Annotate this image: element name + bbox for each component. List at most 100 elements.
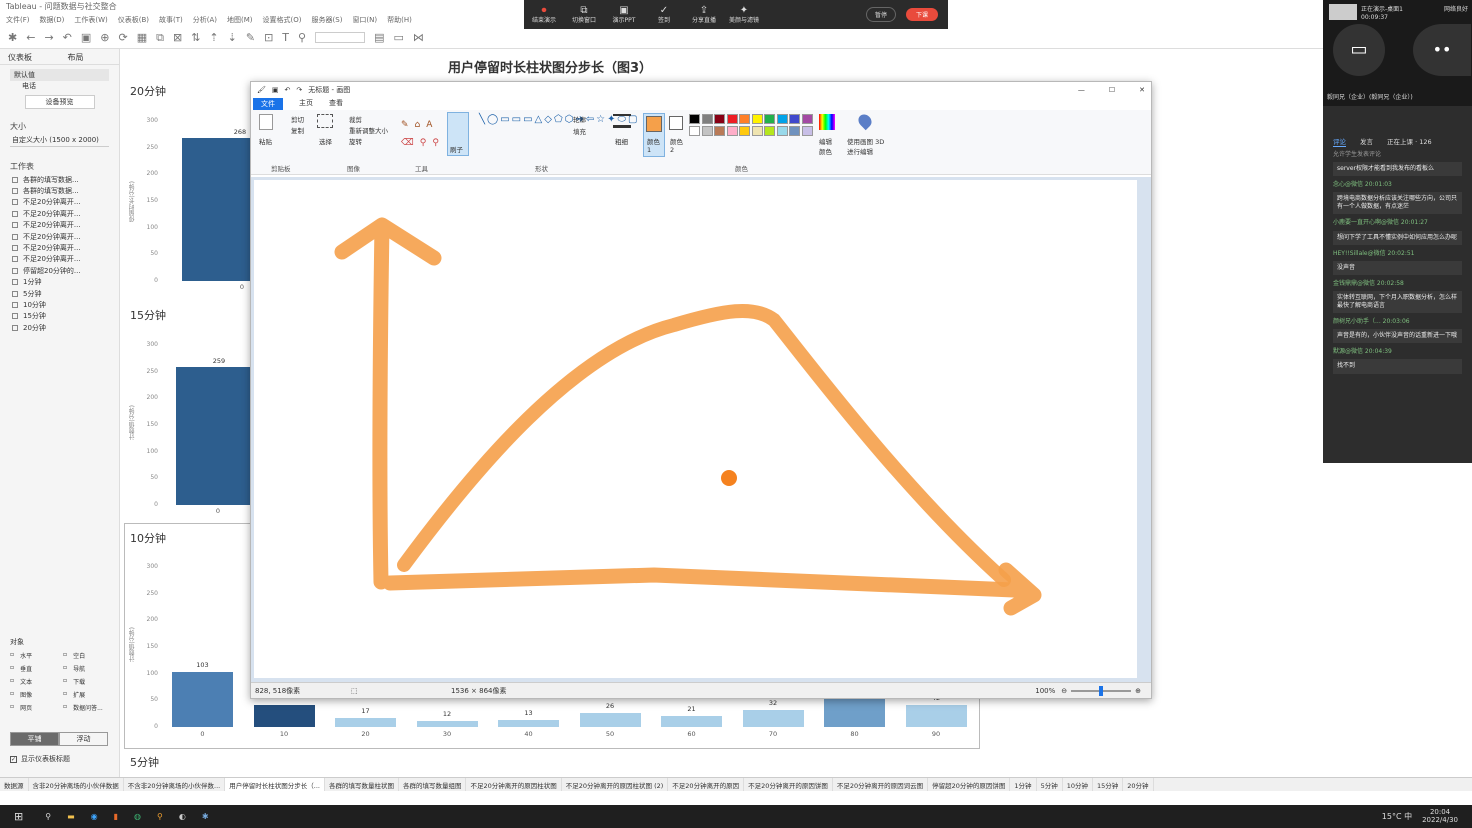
object-item[interactable]: ▫ 数据问答... (63, 703, 116, 712)
recorder-item[interactable]: ✦ 美颜与滤镜 (724, 4, 764, 25)
zoom-slider[interactable] (1071, 685, 1132, 696)
color2-swatch[interactable] (669, 116, 683, 130)
sheet-item[interactable]: 各群的填写数据... (0, 174, 119, 185)
minimize-button[interactable]: — (1078, 86, 1085, 94)
paint3d-icon[interactable] (855, 111, 875, 131)
tableau-task-icon[interactable]: ⚲ (149, 812, 171, 821)
paste-button[interactable]: 粘贴 (259, 136, 272, 146)
object-item[interactable]: ▫ 导航 (63, 664, 116, 673)
select-icon[interactable] (317, 114, 333, 128)
bar[interactable] (742, 709, 804, 727)
paint-window[interactable]: 🖌 ▣ ↶ ↷ 无标题 - 画图 — ☐ ✕ 文件 主页 查看 粘贴 剪切 复制… (250, 81, 1152, 699)
shapes-gallery[interactable]: ╲◯▭▭▭△◇⬠⬡➔⇦☆✦⬭▢ (479, 114, 637, 126)
object-item[interactable]: ▫ 下载 (63, 677, 116, 686)
color-palette[interactable] (689, 114, 817, 136)
paint3d-button[interactable]: 使用画图 3D 进行编辑 (847, 136, 887, 156)
sheet-item[interactable]: 不足20分钟离开... (0, 242, 119, 253)
zoom-out-button[interactable]: ⊖ (1061, 687, 1067, 695)
recorder-item[interactable]: ▣ 演示PPT (604, 4, 644, 25)
menu-item[interactable]: 故事(T) (159, 15, 183, 25)
sheet-item[interactable]: 20分钟 (0, 322, 119, 333)
office-icon[interactable]: ▮ (106, 812, 126, 821)
rotate-button[interactable]: 旋转 (349, 136, 362, 146)
bar[interactable] (176, 366, 250, 505)
sheet-item[interactable]: 不足20分钟离开... (0, 197, 119, 208)
palette-swatch[interactable] (689, 114, 700, 124)
swap-icon[interactable]: ⇅ (191, 31, 200, 44)
more-icon[interactable]: •• (1413, 24, 1471, 76)
fit-dropdown[interactable] (315, 32, 366, 43)
forward-icon[interactable]: → (44, 31, 53, 44)
menu-item[interactable]: 文件(F) (6, 15, 30, 25)
menu-item[interactable]: 设置格式(O) (263, 15, 302, 25)
bar[interactable] (182, 138, 250, 281)
sheet-tab[interactable]: 不含非20分钟离场的小伙伴数... (124, 778, 226, 791)
paint-tab-view[interactable]: 查看 (329, 98, 343, 110)
bar[interactable] (416, 720, 478, 727)
crop-button[interactable]: 裁剪 (349, 114, 362, 124)
quick-save-icon[interactable]: ▣ (272, 86, 279, 94)
back-icon[interactable]: ← (26, 31, 35, 44)
refresh-icon[interactable]: ⟳ (119, 31, 128, 44)
floating-toggle[interactable]: 浮动 (59, 732, 108, 746)
menu-item[interactable]: 分析(A) (193, 15, 217, 25)
start-icon[interactable]: ⊞ (0, 810, 37, 823)
palette-swatch[interactable] (714, 125, 725, 136)
object-item[interactable]: ▫ 扩展 (63, 690, 116, 699)
outline-button[interactable]: 轮廓 (573, 114, 586, 124)
group-icon[interactable]: ⊡ (264, 31, 273, 44)
palette-swatch[interactable] (751, 114, 763, 124)
edit-colors-button[interactable]: 编辑颜色 (819, 136, 837, 156)
bar[interactable] (579, 713, 641, 727)
sort-desc-icon[interactable]: ⇣ (228, 31, 237, 44)
tab-layout[interactable]: 布局 (60, 49, 120, 64)
palette-swatch[interactable] (776, 114, 788, 124)
palette-swatch[interactable] (764, 125, 775, 136)
show-title-checkbox[interactable]: ✓ (10, 755, 17, 763)
size-icon[interactable] (613, 114, 631, 128)
sheet-tab[interactable]: 20分钟 (1123, 778, 1154, 791)
palette-swatch[interactable] (689, 125, 700, 136)
label-icon[interactable]: T (282, 31, 289, 44)
sheet-item[interactable]: 不足20分钟离开... (0, 254, 119, 265)
object-item[interactable]: ▫ 垂直 (10, 664, 63, 673)
live-tab-attendees[interactable]: 正在上课 · 126 (1387, 136, 1432, 147)
sheet-item[interactable]: 5分钟 (0, 288, 119, 299)
object-item[interactable]: ▫ 图像 (10, 690, 63, 699)
quick-undo-icon[interactable]: ↶ (285, 86, 291, 94)
tools-icons-2[interactable]: ⌫⚲⚲ (401, 138, 445, 148)
palette-swatch[interactable] (701, 125, 713, 136)
presentation-icon[interactable]: ▭ (394, 31, 404, 44)
bar[interactable] (172, 672, 233, 727)
bar[interactable] (661, 715, 722, 727)
sheet-tab[interactable]: 5分钟 (1037, 778, 1063, 791)
sheet-item[interactable]: 不足20分钟离开... (0, 231, 119, 242)
paint-tab-home[interactable]: 主页 (299, 98, 313, 110)
palette-swatch[interactable] (714, 114, 725, 124)
resize-button[interactable]: 重新调整大小 (349, 125, 388, 135)
copy-button[interactable]: 复制 (291, 125, 304, 135)
wechat-icon[interactable]: ◍ (126, 812, 149, 821)
sheet-tab[interactable]: 含非20分钟离场的小伙伴数据 (29, 778, 124, 791)
sheet-tab[interactable]: 各群的填写数量柱状图 (325, 778, 399, 791)
object-item[interactable]: ▫ 空白 (63, 651, 116, 660)
app-task-icon[interactable]: ✱ (194, 812, 217, 821)
menu-item[interactable]: 服务器(S) (312, 15, 343, 25)
tab-dashboard[interactable]: 仪表板 (0, 49, 60, 64)
menu-item[interactable]: 工作表(W) (74, 15, 107, 25)
bar[interactable] (335, 717, 396, 727)
sheet-tab[interactable]: 不足20分钟离开的原因 (668, 778, 745, 791)
sheet-tab[interactable]: 用户停留时长柱状图分步长（... (225, 778, 325, 791)
menu-item[interactable]: 仪表板(B) (118, 15, 149, 25)
bar[interactable] (498, 720, 559, 727)
pin-icon[interactable]: ⚲ (298, 31, 306, 44)
sheet-item[interactable]: 10分钟 (0, 299, 119, 310)
sheet-tab[interactable]: 15分钟 (1093, 778, 1124, 791)
edit-colors-icon[interactable] (819, 114, 835, 130)
sheet-tab[interactable]: 各群的填写数量组图 (399, 778, 467, 791)
palette-swatch[interactable] (789, 125, 800, 136)
sheet-item[interactable]: 各群的填写数据... (0, 185, 119, 196)
palette-swatch[interactable] (789, 114, 800, 124)
palette-swatch[interactable] (751, 125, 763, 136)
show-cards-icon[interactable]: ▤ (374, 31, 384, 44)
